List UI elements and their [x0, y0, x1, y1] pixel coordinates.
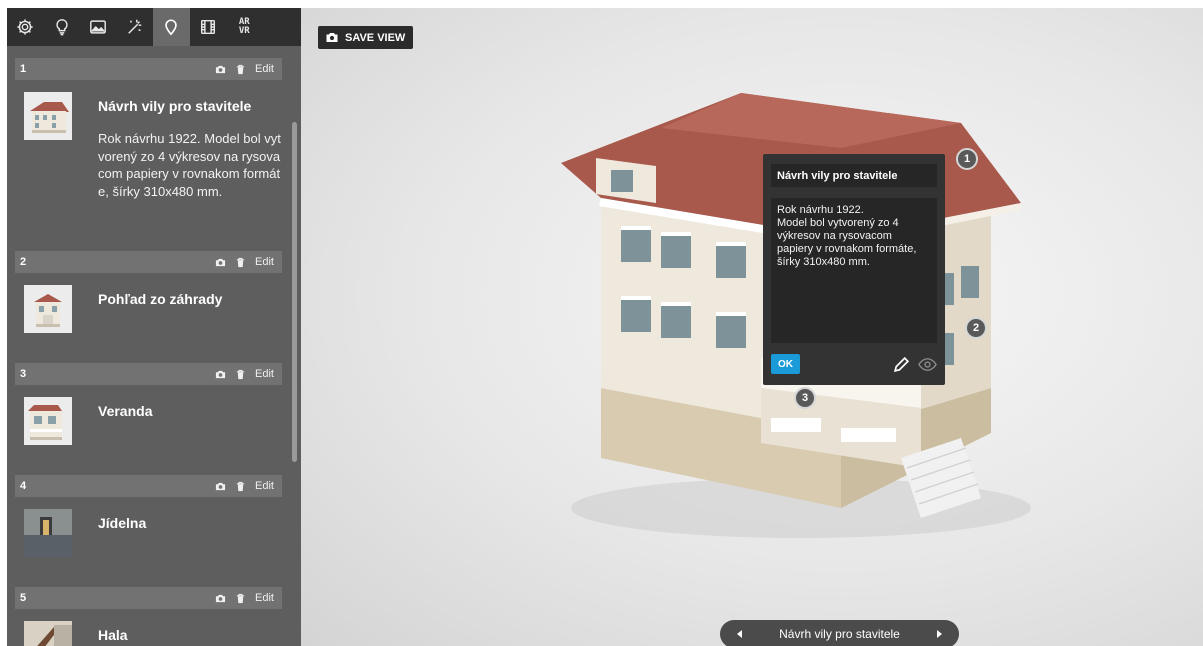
- map-pin-icon[interactable]: [153, 8, 190, 46]
- edit-link[interactable]: Edit: [255, 480, 274, 492]
- annotation-header[interactable]: 3 Edit: [15, 363, 282, 385]
- annotation-thumbnail[interactable]: [24, 92, 72, 140]
- next-arrow-icon[interactable]: [933, 628, 945, 640]
- camera-icon[interactable]: [215, 593, 226, 604]
- edit-link[interactable]: Edit: [255, 63, 274, 75]
- annotation-actions: Edit: [215, 251, 274, 273]
- annotation-title: Pohľad zo záhrady: [98, 291, 223, 307]
- trash-icon[interactable]: [235, 64, 246, 75]
- trash-icon[interactable]: [235, 369, 246, 380]
- prev-arrow-icon[interactable]: [734, 628, 746, 640]
- 3d-viewport[interactable]: SAVE VIEW 1 2 3 Návrh vily pro stavitele…: [301, 8, 1203, 646]
- annotation-item: 3 Edit Veranda: [7, 363, 291, 475]
- camera-icon[interactable]: [215, 64, 226, 75]
- annotation-number: 3: [20, 368, 27, 380]
- annotation-actions: Edit: [215, 587, 274, 609]
- annotation-item: 4 Edit Jídelna: [7, 475, 291, 587]
- edit-link[interactable]: Edit: [255, 592, 274, 604]
- scrollbar[interactable]: [292, 122, 297, 462]
- annotation-marker[interactable]: 3: [794, 387, 816, 409]
- annotation-description: Rok návrhu 1922. Model bol vytvorený zo …: [98, 131, 281, 199]
- annotation-title: Veranda: [98, 403, 153, 419]
- annotation-title: Návrh vily pro stavitele: [98, 98, 252, 114]
- camera-icon[interactable]: [215, 369, 226, 380]
- ok-button[interactable]: OK: [771, 354, 800, 374]
- annotation-thumbnail[interactable]: [24, 285, 72, 333]
- annotation-thumbnail[interactable]: [24, 621, 72, 646]
- annotation-title: Jídelna: [98, 515, 147, 531]
- annotation-item: 5 Edit Hala: [7, 587, 291, 646]
- annotation-navigator: Návrh vily pro stavitele: [720, 620, 959, 646]
- annotation-marker[interactable]: 1: [956, 148, 978, 170]
- annotation-actions: Edit: [215, 475, 274, 497]
- camera-icon[interactable]: [215, 257, 226, 268]
- annotation-title: Hala: [98, 627, 128, 643]
- popup-text[interactable]: Rok návrhu 1922. Model bol vytvorený zo …: [771, 198, 937, 343]
- settings-icon[interactable]: [7, 8, 44, 46]
- annotation-header[interactable]: 2 Edit: [15, 251, 282, 273]
- edit-link[interactable]: Edit: [255, 256, 274, 268]
- annotation-actions: Edit: [215, 363, 274, 385]
- annotations-panel: AR VR 1 Edit Návrh vily pro stavitele Ro…: [7, 8, 301, 646]
- annotation-marker[interactable]: 2: [965, 317, 987, 339]
- annotation-number: 5: [20, 592, 27, 604]
- annotation-number: 1: [20, 63, 27, 75]
- annotation-actions: Edit: [215, 58, 274, 80]
- trash-icon[interactable]: [235, 593, 246, 604]
- vr-label: VR: [238, 26, 250, 36]
- save-view-button[interactable]: SAVE VIEW: [318, 26, 414, 49]
- ar-vr-icon[interactable]: AR VR: [226, 8, 263, 46]
- annotation-item: 1 Edit Návrh vily pro stavitele Rok návr…: [7, 58, 291, 250]
- annotation-item: 2 Edit Pohľad zo záhrady: [7, 251, 291, 363]
- trash-icon[interactable]: [235, 257, 246, 268]
- trash-icon[interactable]: [235, 481, 246, 492]
- edit-link[interactable]: Edit: [255, 368, 274, 380]
- film-icon[interactable]: [190, 8, 227, 46]
- nav-current-title: Návrh vily pro stavitele: [779, 627, 900, 641]
- camera-icon: [326, 33, 338, 42]
- annotation-popup: Návrh vily pro stavitele Rok návrhu 1922…: [763, 154, 945, 385]
- annotation-number: 2: [20, 256, 27, 268]
- annotation-number: 4: [20, 480, 27, 492]
- annotation-header[interactable]: 1 Edit: [15, 58, 282, 80]
- toolbar: AR VR: [7, 8, 301, 46]
- lightbulb-icon[interactable]: [44, 8, 81, 46]
- pencil-icon[interactable]: [893, 356, 910, 373]
- image-icon[interactable]: [80, 8, 117, 46]
- annotation-thumbnail[interactable]: [24, 509, 72, 557]
- annotation-header[interactable]: 4 Edit: [15, 475, 282, 497]
- magic-wand-icon[interactable]: [117, 8, 154, 46]
- annotation-header[interactable]: 5 Edit: [15, 587, 282, 609]
- camera-icon[interactable]: [215, 481, 226, 492]
- save-view-label: SAVE VIEW: [345, 31, 406, 44]
- annotation-thumbnail[interactable]: [24, 397, 72, 445]
- popup-title[interactable]: Návrh vily pro stavitele: [771, 164, 937, 187]
- eye-icon[interactable]: [918, 356, 937, 373]
